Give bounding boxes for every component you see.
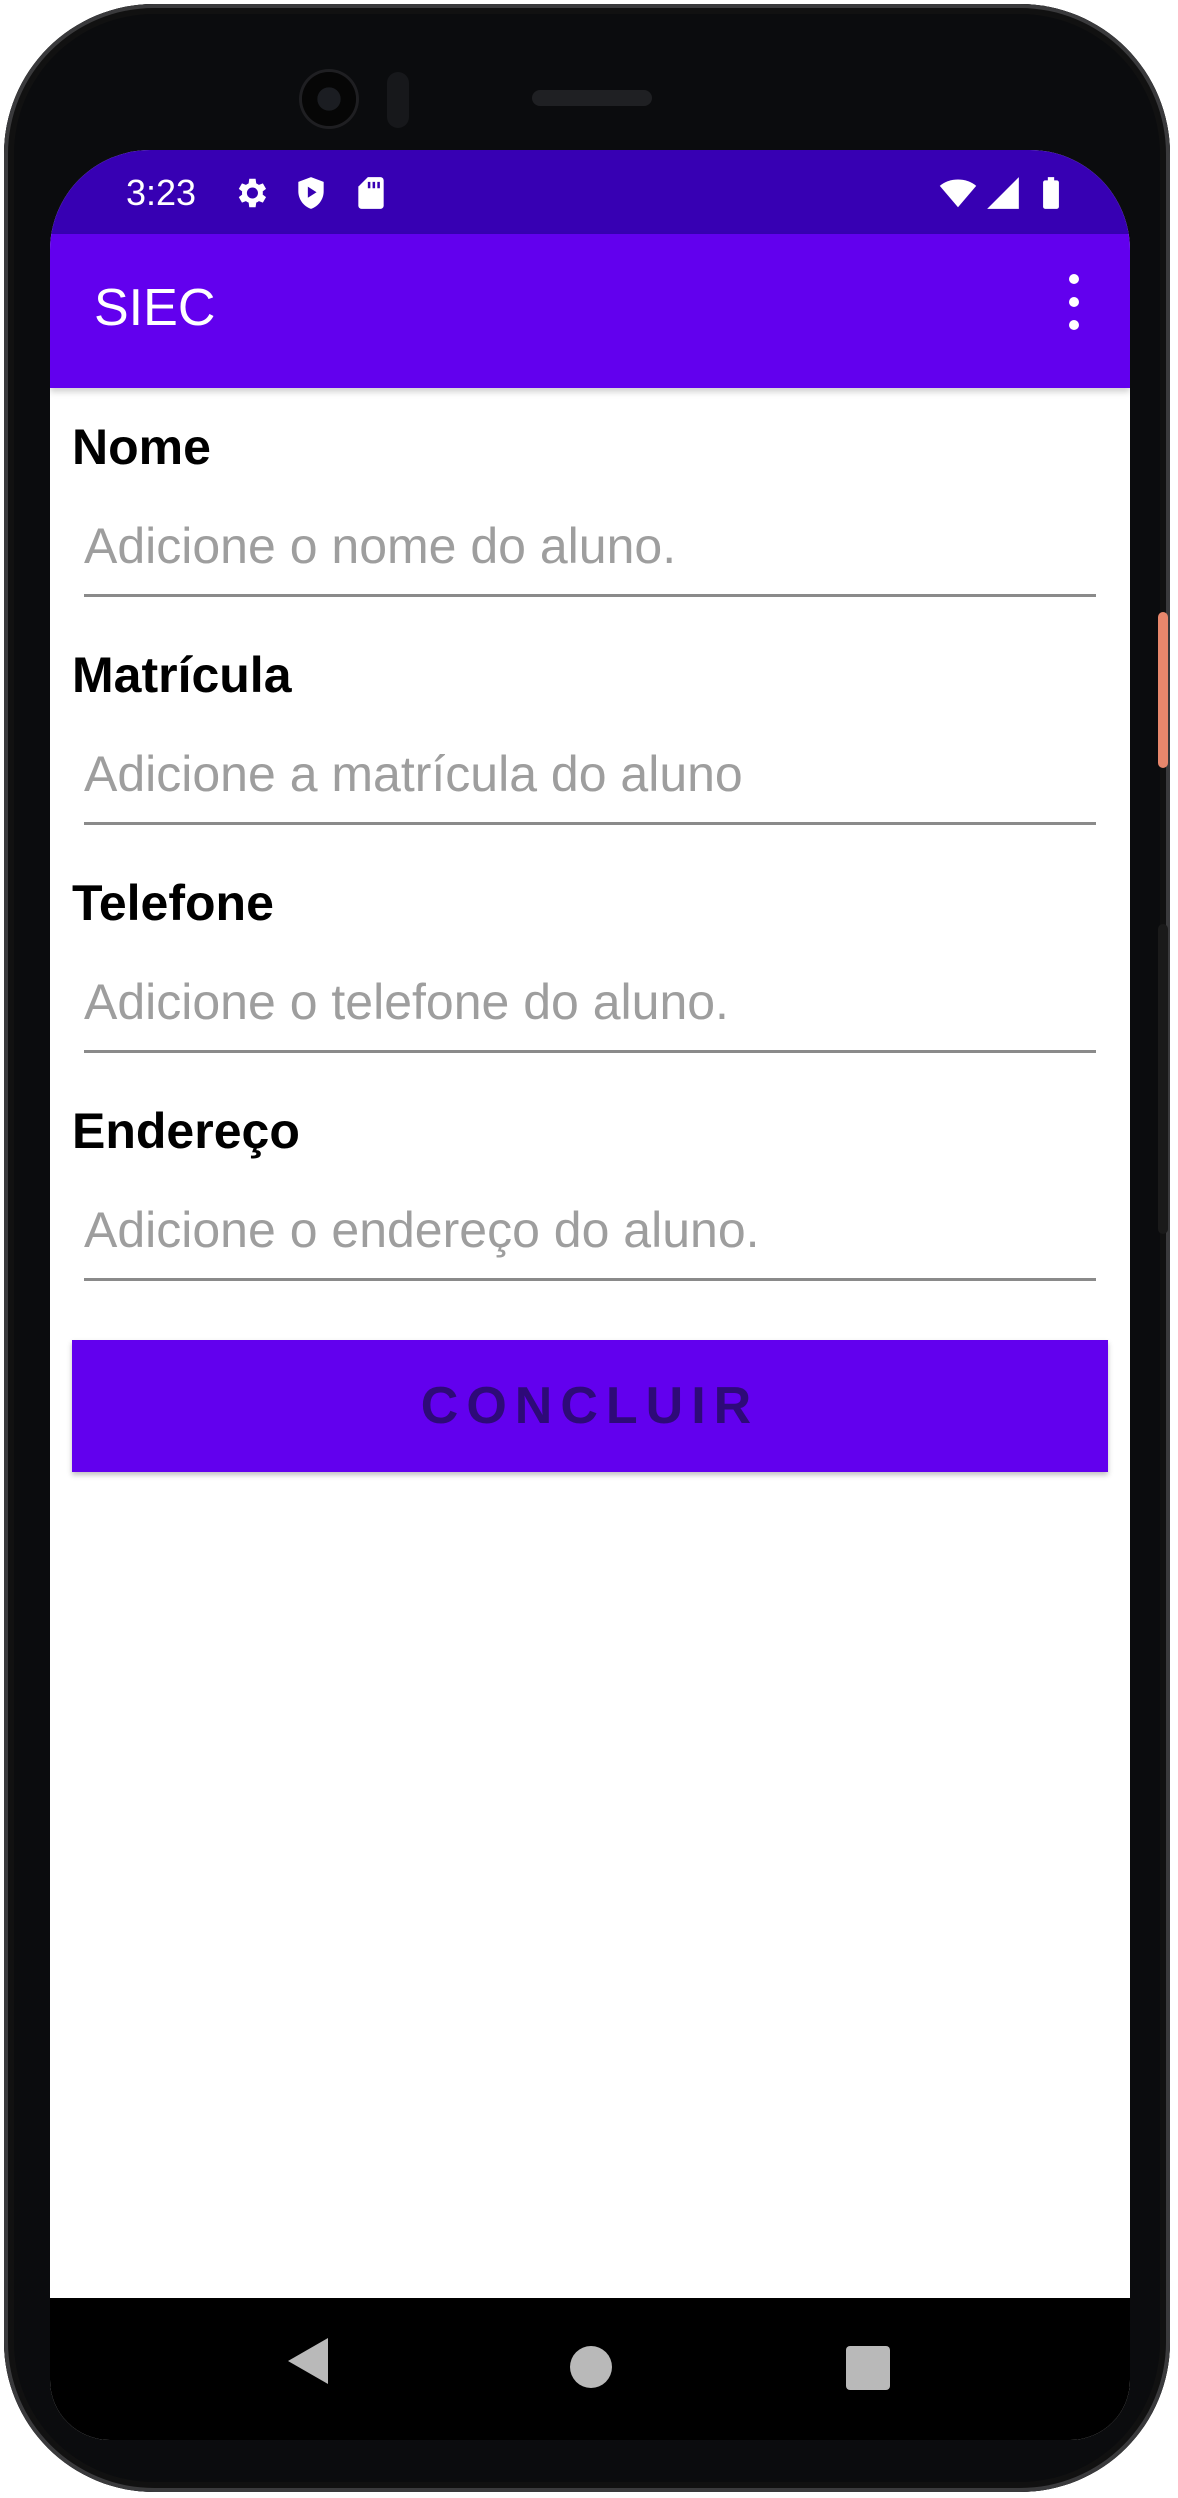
telefone-input[interactable] <box>84 962 1096 1053</box>
matricula-input[interactable] <box>84 734 1096 825</box>
recents-icon[interactable] <box>846 2346 890 2390</box>
app-bar: SIEC <box>50 234 1130 388</box>
menu-dot <box>1069 320 1079 330</box>
shield-play-icon <box>298 177 324 209</box>
wifi-icon <box>939 179 977 208</box>
nome-input[interactable] <box>84 506 1096 597</box>
menu-dot <box>1069 297 1079 307</box>
nome-label: Nome <box>72 419 211 475</box>
battery-icon <box>1043 177 1059 209</box>
menu-dot <box>1069 274 1079 284</box>
proximity-sensor <box>387 72 409 128</box>
status-time: 3:23 <box>126 172 197 213</box>
endereco-label: Endereço <box>72 1103 300 1159</box>
endereco-input[interactable] <box>84 1190 1096 1281</box>
concluir-button[interactable]: CONCLUIR <box>72 1340 1108 1472</box>
volume-button <box>1158 924 1168 1234</box>
gear-icon <box>238 178 267 208</box>
power-button <box>1158 612 1168 768</box>
phone-frame: 3:23 SIEC Nome Adicione o nome do aluno.… <box>4 4 1170 2492</box>
earpiece-speaker <box>532 90 652 106</box>
signal-icon <box>987 177 1019 209</box>
screen: 3:23 SIEC Nome Adicione o nome do aluno.… <box>50 150 1130 2440</box>
front-camera <box>302 72 356 126</box>
app-title: SIEC <box>94 279 216 337</box>
telefone-label: Telefone <box>72 875 274 931</box>
matricula-label: Matrícula <box>72 647 292 703</box>
status-bar: 3:23 <box>50 150 1130 234</box>
navigation-bar <box>50 2298 1130 2440</box>
more-vert-icon[interactable] <box>1056 274 1092 330</box>
back-icon[interactable] <box>286 2336 330 2386</box>
sd-card-icon <box>358 177 384 209</box>
home-icon[interactable] <box>570 2346 612 2388</box>
